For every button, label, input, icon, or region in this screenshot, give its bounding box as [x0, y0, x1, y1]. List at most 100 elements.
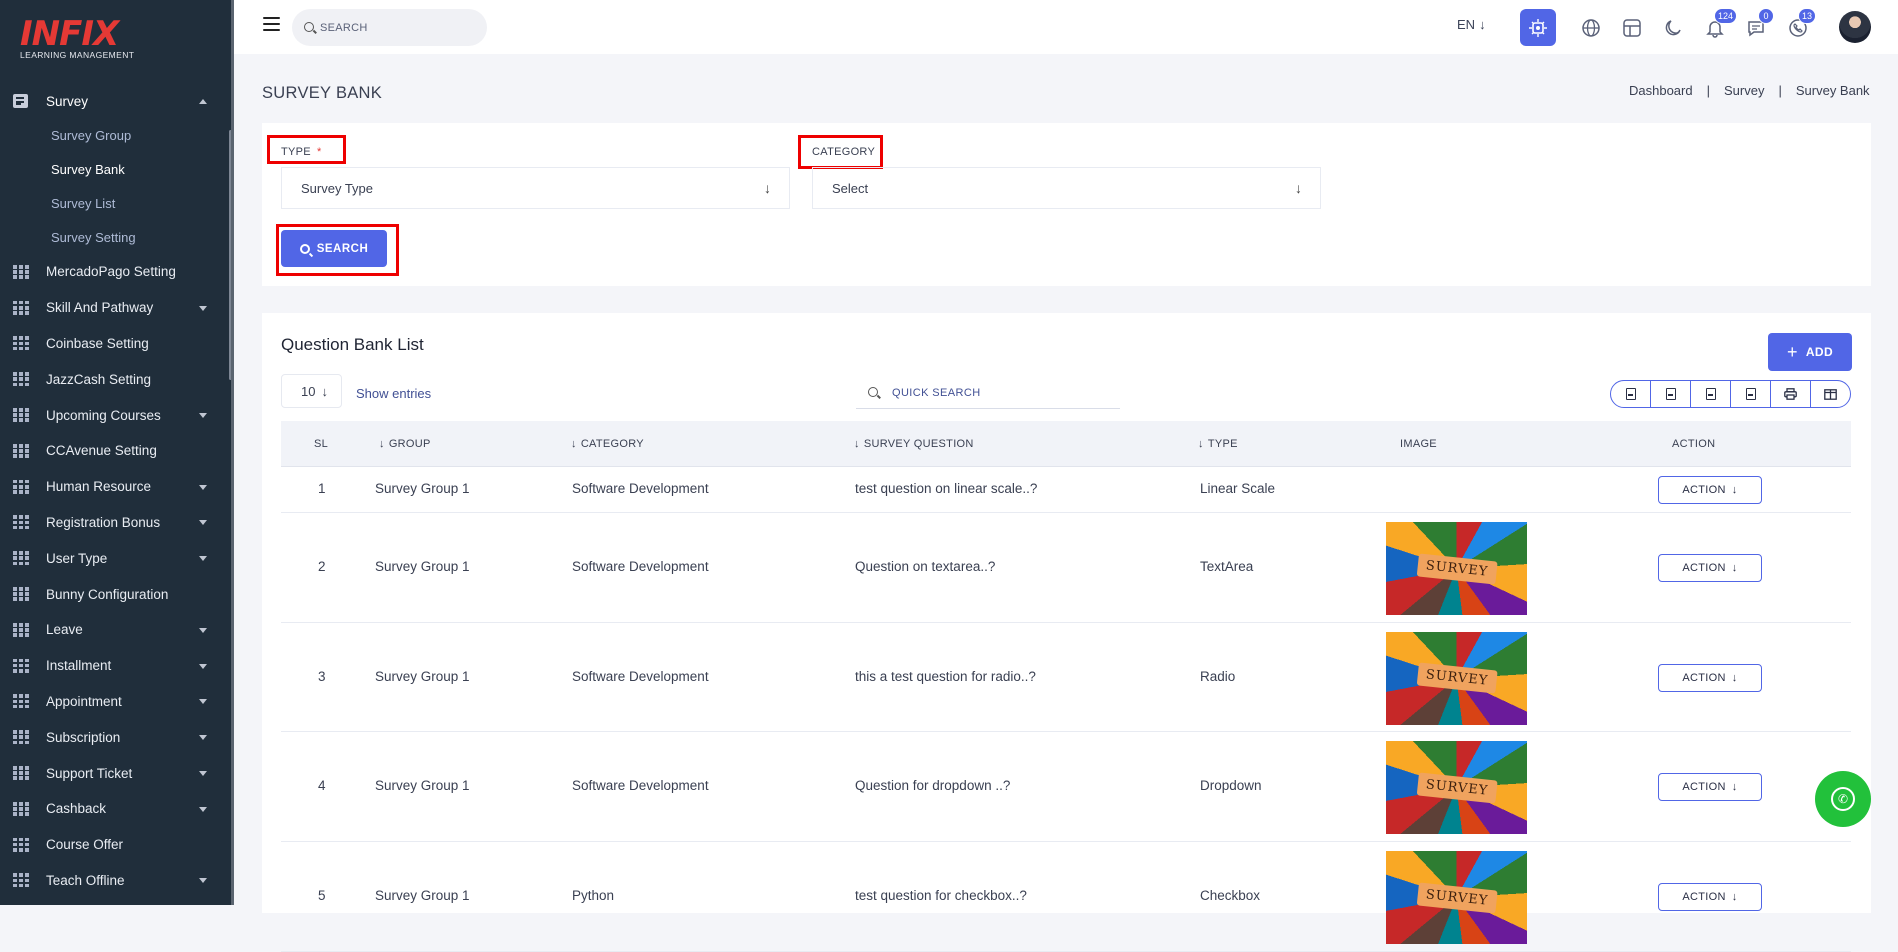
breadcrumb-survey-bank: Survey Bank	[1795, 83, 1870, 98]
breadcrumb-dashboard[interactable]: Dashboard	[1629, 83, 1693, 98]
arrow-down-icon: ↓	[1295, 180, 1302, 196]
sidebar-item-label: Installment	[46, 658, 112, 674]
caret-down-icon	[199, 520, 207, 526]
csv-icon	[1705, 388, 1716, 400]
calls-badge: 13	[1797, 8, 1816, 24]
sort-icon: ↓	[379, 438, 385, 450]
print-button[interactable]	[1771, 381, 1811, 407]
sidebar-item-leave[interactable]: Leave	[0, 612, 229, 648]
column-group[interactable]: ↓ GROUP	[379, 438, 431, 450]
action-button-label: ACTION	[1682, 562, 1726, 574]
sidebar-item-jazzcash-setting[interactable]: JazzCash Setting	[0, 361, 229, 397]
grid-icon	[13, 408, 29, 423]
logo[interactable]: INFIX LEARNING MANAGEMENT	[20, 16, 180, 66]
action-button[interactable]: ACTION ↓	[1658, 773, 1762, 801]
action-button[interactable]: ACTION ↓	[1658, 883, 1762, 911]
language-label: EN	[1457, 17, 1476, 32]
sidebar-item-appointment[interactable]: Appointment	[0, 684, 229, 720]
column-label: SURVEY QUESTION	[863, 438, 974, 450]
sort-icon: ↓	[1198, 438, 1204, 450]
copy-button[interactable]	[1611, 381, 1651, 407]
action-button[interactable]: ACTION ↓	[1658, 554, 1762, 582]
row-type: Radio	[1200, 668, 1236, 684]
quick-search-input[interactable]: QUICK SEARCH	[856, 377, 1120, 409]
sidebar-item-human-resource[interactable]: Human Resource	[0, 469, 229, 505]
column-category[interactable]: ↓ CATEGORY	[571, 438, 644, 450]
grid-icon	[13, 658, 29, 673]
sidebar-item-ccavenue-setting[interactable]: CCAvenue Setting	[0, 433, 229, 469]
column-sl[interactable]: SL	[314, 438, 328, 450]
search-button[interactable]: SEARCH	[281, 230, 387, 267]
sidebar-item-label: Teach Offline	[46, 872, 125, 888]
global-search-input[interactable]: SEARCH	[292, 9, 487, 46]
sidebar-item-user-type[interactable]: User Type	[0, 540, 229, 576]
globe-icon[interactable]	[1573, 9, 1609, 46]
sidebar-subitem-survey-bank[interactable]: Survey Bank	[0, 152, 229, 186]
csv-button[interactable]	[1691, 381, 1731, 407]
sidebar-item-label: Human Resource	[46, 479, 152, 495]
user-avatar[interactable]	[1839, 11, 1871, 43]
message-icon[interactable]: 0	[1738, 8, 1774, 46]
row-group: Survey Group 1	[375, 668, 470, 684]
sidebar-item-support-ticket[interactable]: Support Ticket	[0, 755, 229, 791]
survey-type-value: Survey Type	[301, 180, 374, 196]
sidebar-item-label: Upcoming Courses	[46, 407, 161, 423]
action-button-label: ACTION	[1682, 781, 1726, 793]
menu-toggle-icon[interactable]	[263, 17, 280, 31]
layout-icon[interactable]	[1614, 9, 1650, 46]
sidebar-subitem-survey-list[interactable]: Survey List	[0, 186, 229, 220]
sort-icon: ↓	[854, 438, 860, 450]
sidebar-item-teach-offline[interactable]: Teach Offline	[0, 863, 229, 899]
sidebar-item-survey[interactable]: Survey	[0, 84, 229, 118]
survey-image: SURVEY	[1386, 631, 1527, 725]
column-survey-question[interactable]: ↓ SURVEY QUESTION	[854, 438, 974, 450]
category-select[interactable]: Select ↓	[812, 167, 1321, 209]
phone-chat-icon[interactable]: 13	[1780, 8, 1816, 46]
notification-bell-icon[interactable]: 124	[1697, 8, 1737, 46]
column-visibility-button[interactable]	[1811, 381, 1850, 407]
pdf-button[interactable]	[1731, 381, 1771, 407]
sidebar-item-coinbase-setting[interactable]: Coinbase Setting	[0, 326, 229, 362]
sidebar-item-installment[interactable]: Installment	[0, 648, 229, 684]
grid-icon	[13, 587, 29, 602]
sidebar-item-label: Appointment	[46, 693, 122, 709]
search-button-label: SEARCH	[316, 242, 369, 255]
column-type[interactable]: ↓ TYPE	[1198, 438, 1238, 450]
table-row: 5 Survey Group 1 Python test question for c…	[281, 842, 1851, 952]
sidebar-item-course-offer[interactable]: Course Offer	[0, 827, 229, 863]
row-sl: 3	[318, 668, 326, 684]
logo-subtitle: LEARNING MANAGEMENT	[20, 50, 135, 60]
grid-icon	[13, 766, 29, 781]
sidebar-item-bunny-configuration[interactable]: Bunny Configuration	[0, 576, 229, 612]
page-title: SURVEY BANK	[262, 84, 383, 102]
per-page-value: 10	[301, 383, 316, 399]
sidebar-item-mercadopago-setting[interactable]: MercadoPago Setting	[0, 254, 229, 290]
sidebar-item-subscription[interactable]: Subscription	[0, 719, 229, 755]
sort-icon: ↓	[571, 438, 577, 450]
arrow-down-icon: ↓	[321, 383, 328, 399]
settings-chip-icon[interactable]	[1520, 9, 1556, 46]
sidebar-item-cashback[interactable]: Cashback	[0, 791, 229, 827]
message-badge: 0	[1758, 8, 1774, 24]
breadcrumb-survey[interactable]: Survey	[1724, 83, 1764, 98]
category-value: Select	[832, 180, 869, 196]
excel-icon	[1665, 388, 1676, 400]
sidebar-subitem-survey-setting[interactable]: Survey Setting	[0, 220, 229, 254]
per-page-select[interactable]: 10 ↓	[281, 374, 342, 408]
add-button[interactable]: + ADD	[1768, 333, 1852, 371]
sidebar-item-registration-bonus[interactable]: Registration Bonus	[0, 505, 229, 541]
excel-button[interactable]	[1651, 381, 1691, 407]
language-selector[interactable]: EN ↓	[1457, 17, 1486, 32]
action-button[interactable]: ACTION ↓	[1658, 663, 1762, 692]
row-type: Dropdown	[1200, 778, 1262, 793]
table-row: 3 Survey Group 1 Software Development this …	[281, 623, 1851, 732]
sidebar-subitem-survey-group[interactable]: Survey Group	[0, 118, 229, 152]
sidebar-item-upcoming-courses[interactable]: Upcoming Courses	[0, 397, 229, 433]
dark-mode-icon[interactable]	[1655, 9, 1691, 46]
survey-type-select[interactable]: Survey Type ↓	[281, 167, 790, 209]
grid-icon	[13, 336, 29, 351]
action-button[interactable]: ACTION ↓	[1658, 476, 1762, 504]
whatsapp-button[interactable]: ✆	[1815, 771, 1871, 827]
sidebar-item-skill-and-pathway[interactable]: Skill And Pathway	[0, 290, 229, 326]
grid-icon	[13, 443, 29, 458]
